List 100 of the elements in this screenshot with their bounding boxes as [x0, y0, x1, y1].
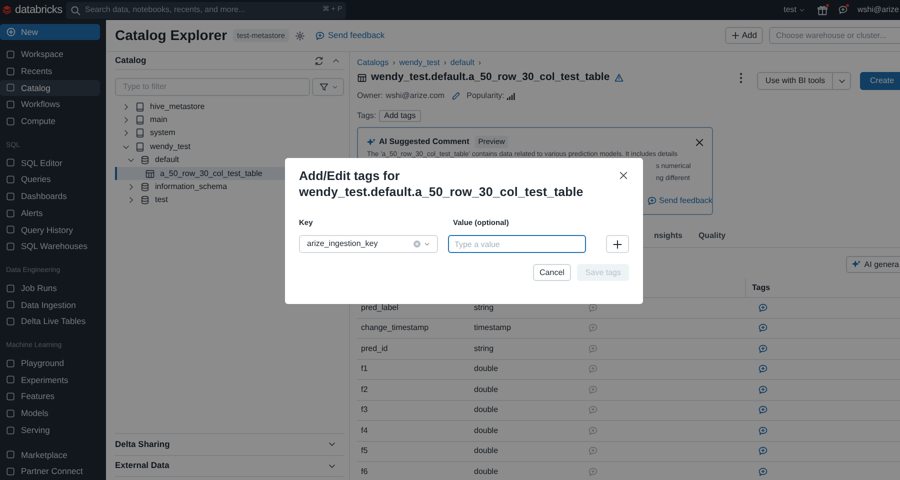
- user-menu[interactable]: wshi@arize: [858, 4, 900, 16]
- workspace-switcher[interactable]: test: [784, 4, 805, 16]
- nav-item[interactable]: Queries: [0, 171, 100, 188]
- add-tag-icon: [758, 405, 768, 416]
- feedback-link[interactable]: Send feedback: [647, 194, 712, 207]
- nav-item[interactable]: Query History: [0, 222, 100, 238]
- table-cell-text: double: [474, 404, 500, 416]
- table-icon: [357, 73, 367, 83]
- close-icon: [694, 136, 705, 148]
- nav-item[interactable]: Job Runs: [0, 280, 100, 296]
- tab[interactable]: nsights: [654, 230, 682, 242]
- tree-item[interactable]: main: [115, 113, 344, 127]
- plus-icon: [730, 31, 740, 40]
- nav-item[interactable]: Data Ingestion: [0, 296, 100, 314]
- square-icon: [6, 284, 15, 293]
- nav-item[interactable]: Dashboards: [0, 188, 100, 205]
- square-icon: [6, 208, 15, 218]
- square-icon: [6, 426, 15, 435]
- square-icon: [6, 375, 15, 384]
- nav-item[interactable]: Catalog: [0, 80, 100, 96]
- table-cell-text: f2: [360, 384, 369, 396]
- square-icon: [6, 225, 15, 234]
- nav-item[interactable]: Features: [0, 388, 100, 405]
- refresh-icon: [314, 56, 324, 66]
- plus-circle-icon: [6, 27, 16, 37]
- bi-tools-button[interactable]: Use with BI tools: [757, 72, 833, 90]
- logo-icon: [2, 5, 12, 15]
- add-tag-icon: [758, 446, 768, 456]
- square-icon: [6, 450, 15, 460]
- add-comment-icon: [588, 466, 598, 477]
- nav-item[interactable]: Delta Live Tables: [0, 313, 100, 330]
- add-tags-button[interactable]: Add tags: [379, 110, 421, 122]
- nav-item[interactable]: Compute: [0, 113, 100, 130]
- nav-item[interactable]: Workspace: [0, 46, 100, 63]
- tree-item[interactable]: hive_metastore: [115, 100, 344, 114]
- square-icon: [6, 317, 15, 326]
- collapsible-section[interactable]: Delta Sharing: [115, 433, 344, 454]
- close-icon: [618, 170, 629, 181]
- tree-item[interactable]: system: [115, 126, 344, 140]
- chevron-down-icon: [332, 84, 338, 90]
- sparkle-icon: [367, 138, 376, 146]
- close-button[interactable]: [618, 170, 629, 181]
- nav-item[interactable]: Playground: [0, 354, 100, 372]
- bi-tools-dropdown[interactable]: [833, 72, 851, 90]
- add-tag-icon: [758, 302, 768, 313]
- chevron-down-icon: [838, 77, 846, 85]
- tree-item[interactable]: wendy_test: [115, 140, 344, 154]
- tree-item[interactable]: default: [115, 154, 344, 167]
- breadcrumb-link[interactable]: Catalogs: [357, 57, 389, 69]
- add-tag-icon: [758, 364, 768, 374]
- cancel-button[interactable]: Cancel: [532, 264, 572, 282]
- breadcrumb-link[interactable]: wendy_test: [399, 57, 440, 69]
- add-row-button[interactable]: [606, 235, 629, 254]
- add-button[interactable]: Add: [724, 27, 763, 44]
- square-icon: [6, 116, 15, 126]
- owner-value: wshi@arize.com: [386, 90, 445, 102]
- nav-item[interactable]: Recents: [0, 62, 100, 80]
- nav-item[interactable]: Alerts: [0, 204, 100, 222]
- nav-item[interactable]: Partner Connect: [0, 463, 100, 480]
- table-cell-text: double: [474, 466, 500, 478]
- ai-comment-title: AI Suggested Comment: [379, 136, 470, 148]
- nav-item[interactable]: Models: [0, 405, 100, 422]
- nav-item[interactable]: Experiments: [0, 372, 100, 388]
- table-title: wendy_test.default.a_50_row_30_col_test_table: [371, 70, 610, 86]
- compute-select[interactable]: Choose warehouse or cluster...: [769, 27, 900, 44]
- value-field[interactable]: Type a value: [448, 235, 586, 254]
- square-icon: [6, 392, 15, 402]
- database-icon: [140, 155, 150, 166]
- tab[interactable]: Quality: [698, 230, 726, 242]
- filter-icon: [318, 82, 328, 92]
- table-cell-text: change_timestamp: [360, 322, 430, 334]
- nav-item[interactable]: SQL Editor: [0, 154, 100, 172]
- create-button[interactable]: Create: [860, 72, 900, 90]
- table-cell-text: timestamp: [474, 322, 512, 334]
- nav-item[interactable]: Marketplace: [0, 446, 100, 464]
- more-options-icon[interactable]: [739, 72, 744, 84]
- nav-item[interactable]: SQL Warehouses: [0, 238, 100, 255]
- collapsible-section[interactable]: External Data: [115, 454, 344, 476]
- key-select[interactable]: arize_ingestion_key: [299, 235, 438, 254]
- add-comment-icon: [588, 446, 598, 456]
- square-icon: [6, 50, 15, 59]
- new-button[interactable]: New: [0, 24, 100, 40]
- filter-button[interactable]: [312, 78, 344, 96]
- table-cell-text: double: [474, 384, 500, 396]
- add-comment-icon: [588, 384, 598, 395]
- nav-item[interactable]: Serving: [0, 422, 100, 438]
- nav-item[interactable]: Workflows: [0, 96, 100, 113]
- popularity-label: Popularity:: [466, 90, 504, 102]
- add-tag-icon: [758, 426, 768, 436]
- square-icon: [6, 358, 15, 368]
- breadcrumb-link[interactable]: default: [450, 57, 474, 69]
- feedback-link[interactable]: Send feedback: [314, 29, 385, 42]
- owner-label: Owner:: [357, 90, 383, 102]
- chat-bubble-icon: [647, 196, 657, 206]
- ai-generate-button[interactable]: AI genera: [846, 256, 900, 273]
- book-icon: [135, 142, 145, 152]
- app-logo[interactable]: databricks: [15, 2, 62, 18]
- add-comment-icon: [588, 302, 598, 313]
- square-icon: [6, 66, 15, 76]
- help-bubble-icon: [838, 5, 848, 15]
